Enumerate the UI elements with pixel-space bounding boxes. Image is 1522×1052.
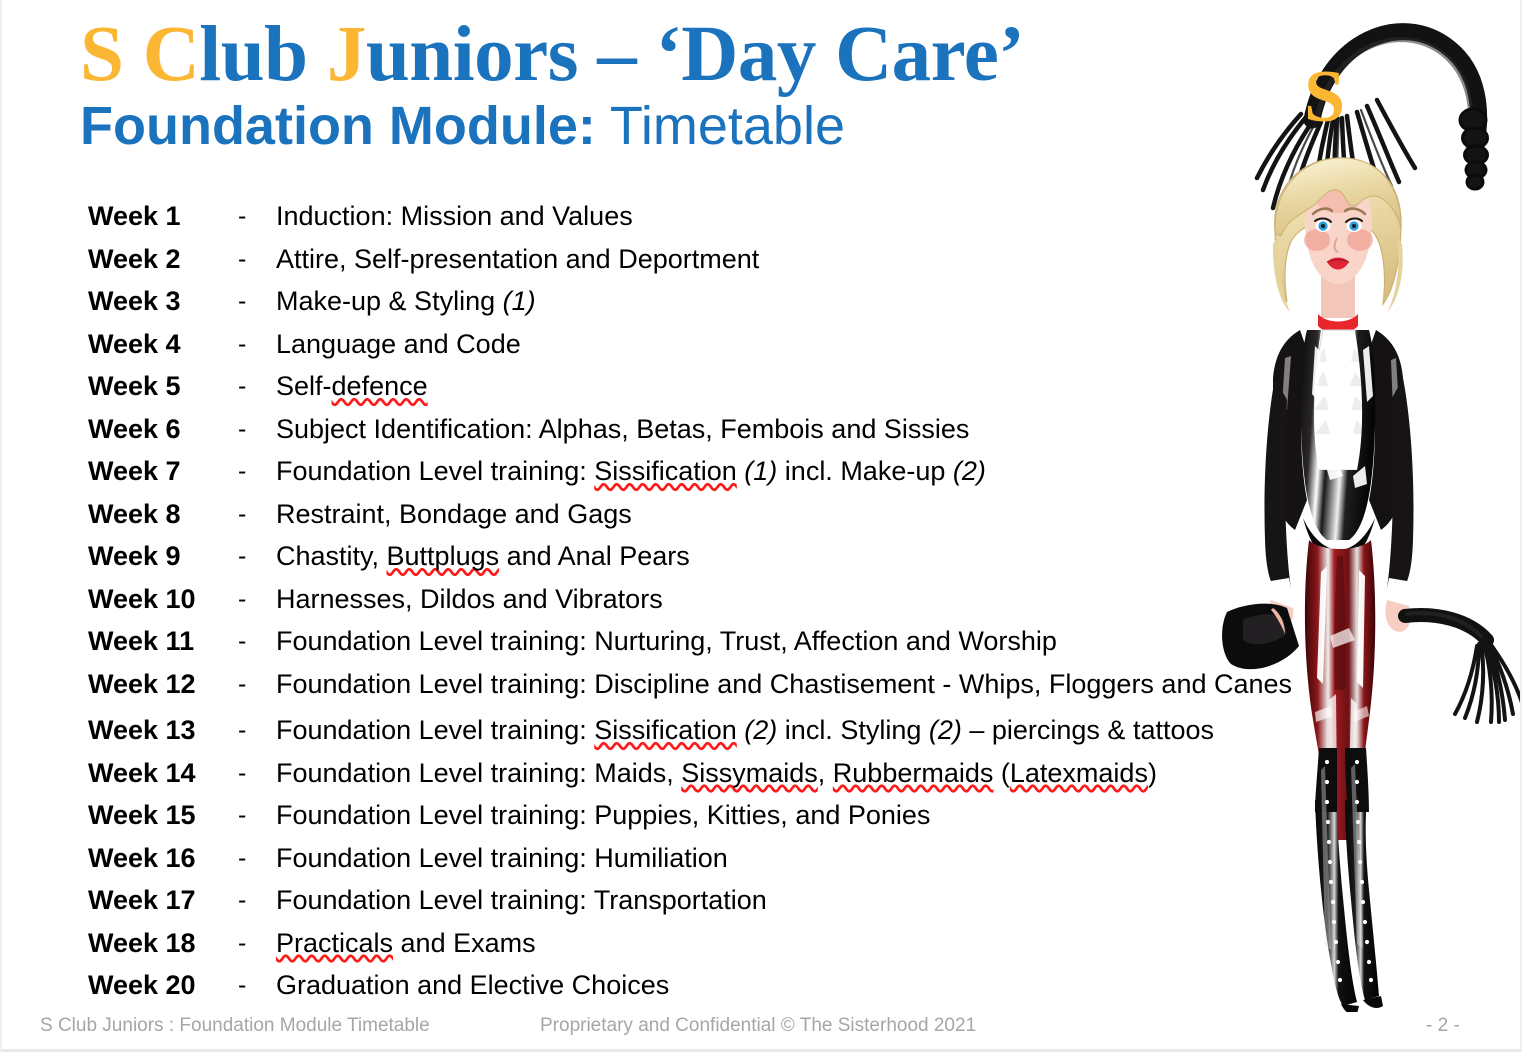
flogger-hand-icon — [1398, 608, 1520, 724]
week-description: Foundation Level training: Transportatio… — [276, 885, 767, 915]
timetable-row: Week 8 - Restraint, Bondage and Gags — [88, 494, 1308, 535]
row-separator-dash: - — [238, 244, 247, 273]
week-label: Week 4 — [88, 328, 181, 359]
week-description: Foundation Level training: Discipline an… — [276, 668, 1293, 699]
week-label: Week 15 — [88, 800, 196, 830]
row-separator-dash: - — [238, 457, 247, 485]
week-label: Week 10 — [88, 583, 196, 614]
week-description: Foundation Level training: Nurturing, Tr… — [276, 626, 1057, 656]
flogger-top-icon — [1254, 23, 1489, 217]
week-description: Induction: Mission and Values — [276, 201, 633, 231]
page-title: S Club Juniors – ‘Day Care’ — [80, 15, 1260, 94]
week-label: Week 14 — [88, 757, 196, 788]
week-label: Week 13 — [88, 715, 196, 745]
week-description: Make-up & Styling (1) — [276, 286, 536, 316]
row-separator-dash: - — [238, 758, 247, 787]
timetable-row: Week 7 - Foundation Level training: Sissif… — [88, 451, 1308, 492]
week-label: Week 3 — [88, 286, 181, 316]
row-separator-dash: - — [238, 329, 247, 358]
row-separator-dash: - — [238, 801, 247, 829]
row-separator-dash: - — [238, 372, 247, 400]
week-description: Foundation Level training: Maids, Sissym… — [276, 757, 1157, 788]
week-description: Subject Identification: Alphas, Betas, F… — [276, 413, 970, 444]
row-separator-dash: - — [238, 971, 247, 999]
week-label: Week 2 — [88, 243, 181, 274]
week-description: Foundation Level training: Sissification… — [276, 715, 1214, 745]
week-description: Harnesses, Dildos and Vibrators — [276, 583, 663, 614]
timetable-row: Week 14 - Foundation Level training: Maids… — [88, 753, 1308, 794]
timetable-row: Week 6 - Subject Identification: Alphas, B… — [88, 409, 1308, 450]
row-separator-dash: - — [238, 584, 247, 613]
page-number: - 2 - — [1426, 1015, 1460, 1036]
title-uniors-daycare: uniors – ‘Day Care’ — [365, 11, 1025, 98]
timetable-row: Week 16 - Foundation Level training: Humil… — [88, 838, 1308, 879]
timetable-row: Week 12 - Foundation Level training: Disci… — [88, 664, 1308, 705]
timetable-row: Week 5 - Self-defence — [88, 366, 1308, 407]
title-letter-s: S — [80, 11, 124, 98]
row-separator-dash: - — [238, 499, 247, 528]
timetable-row: Week 9 - Chastity, Buttplugs and Anal Pear… — [88, 536, 1308, 577]
week-description: Foundation Level training: Sissification… — [276, 456, 986, 486]
row-separator-dash: - — [238, 886, 247, 914]
week-label: Week 20 — [88, 970, 196, 1000]
week-label: Week 6 — [88, 413, 181, 444]
timetable-row: Week 17 - Foundation Level training: Trans… — [88, 880, 1308, 921]
week-label: Week 17 — [88, 885, 196, 915]
week-label: Week 11 — [88, 626, 195, 656]
footer-center-text: Proprietary and Confidential © The Siste… — [540, 1015, 977, 1036]
week-label: Week 12 — [88, 668, 196, 699]
timetable-row: Week 4 - Language and Code — [88, 324, 1308, 365]
row-separator-dash: - — [238, 414, 247, 443]
timetable-list: Week 1- Induction: Mission and Values Week… — [88, 196, 1308, 1008]
brand-s-logo: S — [1304, 56, 1346, 138]
timetable-row: Week 13 - Foundation Level training: Sissi… — [88, 710, 1308, 751]
row-separator-dash: - — [238, 843, 247, 872]
row-separator-dash: - — [238, 669, 247, 698]
title-block: S Club Juniors – ‘Day Care’ Foundation M… — [80, 15, 1260, 153]
week-description: Practicals and Exams — [276, 927, 536, 958]
timetable-row: Week 2 - Attire, Self-presentation and Dep… — [88, 239, 1308, 280]
row-separator-dash: - — [238, 542, 247, 570]
week-label: Week 18 — [88, 927, 196, 958]
week-description: Graduation and Elective Choices — [276, 970, 670, 1000]
subtitle-bold-part: Foundation Module: — [80, 96, 596, 157]
week-description: Foundation Level training: Humiliation — [276, 842, 728, 873]
week-description: Language and Code — [276, 328, 521, 359]
week-description: Foundation Level training: Puppies, Kitt… — [276, 800, 931, 830]
subtitle-normal-part: Timetable — [595, 96, 845, 157]
week-description: Chastity, Buttplugs and Anal Pears — [276, 541, 690, 571]
timetable-row: Week 1 - Induction: Mission and Values — [88, 196, 1308, 237]
timetable-row: Week 20 - Graduation and Elective Choices — [88, 965, 1308, 1006]
timetable-row: Week 10 - Harnesses, Dildos and Vibrators — [88, 579, 1308, 620]
week-description: Restraint, Bondage and Gags — [276, 498, 632, 529]
week-label: Week 8 — [88, 498, 181, 529]
timetable-row: Week 11 - Foundation Level training: Nurtu… — [88, 621, 1308, 662]
timetable-row: Week 18 - Practicals and Exams — [88, 923, 1308, 964]
title-letter-c: C — [142, 11, 200, 98]
slide-footer: S Club Juniors : Foundation Module Timet… — [2, 1012, 1520, 1048]
row-separator-dash: - — [238, 202, 247, 230]
row-separator-dash: - — [238, 627, 247, 655]
footer-left-text: S Club Juniors : Foundation Module Timet… — [40, 1015, 430, 1036]
week-label: Week 7 — [88, 456, 181, 486]
timetable-row: Week 3 - Make-up & Styling (1) — [88, 281, 1308, 322]
week-label: Week 9 — [88, 541, 181, 571]
week-description: Self-defence — [276, 371, 428, 401]
week-label: Week 16 — [88, 842, 196, 873]
page-subtitle: Foundation Module: Timetable — [80, 99, 1260, 153]
week-label: Week 1 — [88, 201, 181, 231]
title-lub: lub — [199, 11, 327, 98]
row-separator-dash: - — [238, 928, 247, 957]
timetable-row: Week 15 - Foundation Level training: Puppi… — [88, 795, 1308, 836]
slide: S S Club Juniors – ‘Day Care’ Foundation… — [0, 0, 1522, 1052]
row-separator-dash: - — [238, 716, 247, 744]
row-separator-dash: - — [238, 287, 247, 315]
week-description: Attire, Self-presentation and Deportment — [276, 243, 760, 274]
week-label: Week 5 — [88, 371, 181, 401]
title-letter-j: J — [326, 11, 367, 98]
